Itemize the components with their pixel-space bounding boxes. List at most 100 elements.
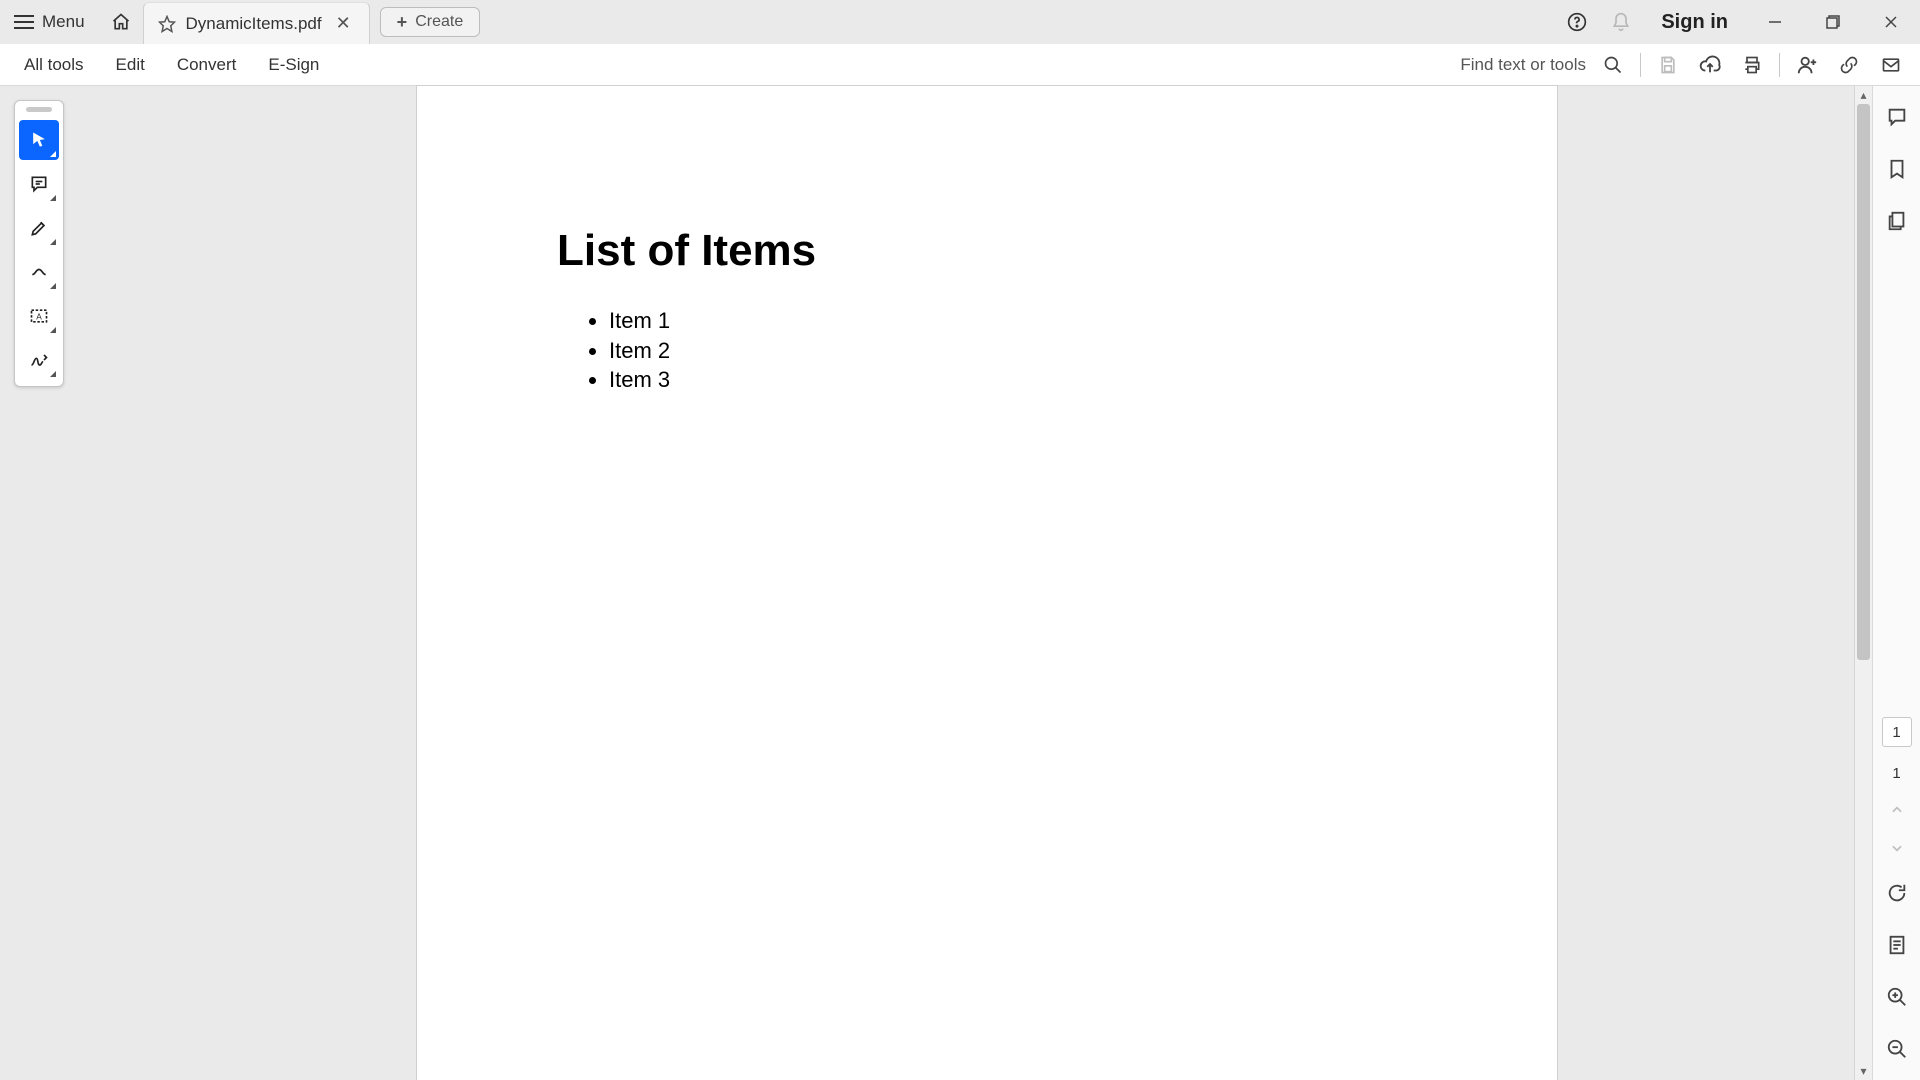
sign-tool[interactable] — [19, 340, 59, 380]
select-tool[interactable] — [19, 120, 59, 160]
pdf-page: List of Items Item 1 Item 2 Item 3 — [417, 86, 1557, 1080]
find-label: Find text or tools — [1460, 55, 1592, 75]
star-icon — [158, 15, 176, 33]
help-button[interactable] — [1555, 0, 1599, 44]
comments-panel-button[interactable] — [1880, 100, 1914, 134]
create-button[interactable]: + Create — [380, 7, 481, 37]
zoom-out-icon — [1886, 1038, 1908, 1060]
chevron-up-icon — [1890, 803, 1904, 817]
current-page: 1 — [1892, 724, 1900, 741]
comment-tool[interactable] — [19, 164, 59, 204]
draw-tool[interactable] — [19, 252, 59, 292]
zoom-out-button[interactable] — [1880, 1032, 1914, 1066]
save-icon — [1658, 55, 1678, 75]
page-layout-icon — [1886, 934, 1908, 956]
help-icon — [1567, 12, 1587, 32]
bookmarks-panel-button[interactable] — [1880, 152, 1914, 186]
toolbar-edit[interactable]: Edit — [100, 44, 161, 85]
home-button[interactable] — [99, 0, 143, 44]
scroll-down-button[interactable]: ▾ — [1855, 1062, 1872, 1080]
pages-panel-button[interactable] — [1880, 204, 1914, 238]
convert-label: Convert — [177, 55, 237, 75]
list-item: Item 1 — [609, 306, 1417, 336]
zoom-in-icon — [1886, 986, 1908, 1008]
window-close-button[interactable] — [1862, 0, 1920, 44]
sign-in-label: Sign in — [1661, 11, 1728, 34]
speech-bubble-icon — [1886, 106, 1908, 128]
list-item: Item 3 — [609, 365, 1417, 395]
bookmark-icon — [1886, 158, 1908, 180]
titlebar: Menu DynamicItems.pdf ✕ + Create Sign in — [0, 0, 1920, 44]
main-area: A List of Items Item 1 Item 2 Item 3 ▴ ▾ — [0, 86, 1920, 1080]
total-pages: 1 — [1892, 765, 1900, 782]
link-icon — [1839, 55, 1859, 75]
edit-label: Edit — [116, 55, 145, 75]
tool-palette: A — [14, 100, 64, 387]
palette-grip[interactable] — [26, 107, 52, 112]
chevron-down-icon — [1890, 841, 1904, 855]
zoom-in-button[interactable] — [1880, 980, 1914, 1014]
notifications-button[interactable] — [1599, 0, 1643, 44]
cloud-upload-icon — [1699, 54, 1721, 76]
person-plus-icon — [1796, 54, 1818, 76]
signature-icon — [29, 350, 49, 370]
upload-button[interactable] — [1689, 44, 1731, 86]
create-label: Create — [415, 13, 463, 31]
window-maximize-button[interactable] — [1804, 0, 1862, 44]
tab-close-button[interactable]: ✕ — [332, 11, 355, 36]
share-email-button[interactable] — [1870, 44, 1912, 86]
bell-icon — [1611, 12, 1631, 32]
tab-title: DynamicItems.pdf — [186, 14, 322, 34]
menu-label: Menu — [42, 12, 85, 32]
home-icon — [111, 12, 131, 32]
highlight-tool[interactable] — [19, 208, 59, 248]
document-viewport[interactable]: List of Items Item 1 Item 2 Item 3 — [0, 86, 1854, 1080]
share-link-button[interactable] — [1828, 44, 1870, 86]
close-icon — [1884, 15, 1898, 29]
share-people-button[interactable] — [1786, 44, 1828, 86]
toolbar-separator — [1779, 53, 1780, 77]
page-display-button[interactable] — [1880, 928, 1914, 962]
document-list: Item 1 Item 2 Item 3 — [557, 306, 1417, 395]
document-tab[interactable]: DynamicItems.pdf ✕ — [143, 2, 370, 44]
vertical-scrollbar[interactable]: ▴ ▾ — [1854, 86, 1872, 1080]
maximize-icon — [1826, 15, 1840, 29]
rotate-view-button[interactable] — [1880, 876, 1914, 910]
minimize-icon — [1768, 15, 1782, 29]
scroll-thumb[interactable] — [1857, 104, 1870, 660]
mail-icon — [1881, 55, 1901, 75]
print-icon — [1742, 55, 1762, 75]
page-number-input[interactable]: 1 — [1882, 717, 1912, 747]
print-button[interactable] — [1731, 44, 1773, 86]
all-tools-label: All tools — [24, 55, 84, 75]
toolbar-all-tools[interactable]: All tools — [8, 44, 100, 85]
scroll-track[interactable] — [1855, 104, 1872, 1062]
window-minimize-button[interactable] — [1746, 0, 1804, 44]
text-box-icon: A — [29, 306, 49, 326]
search-button[interactable] — [1592, 44, 1634, 86]
sign-in-button[interactable]: Sign in — [1643, 0, 1746, 44]
svg-text:A: A — [36, 311, 42, 321]
scroll-up-button[interactable]: ▴ — [1855, 86, 1872, 104]
toolbar-esign[interactable]: E-Sign — [252, 44, 335, 85]
menu-button[interactable]: Menu — [0, 0, 99, 44]
plus-icon: + — [397, 12, 408, 33]
document-heading: List of Items — [557, 226, 1417, 276]
pages-icon — [1886, 210, 1908, 232]
draw-icon — [29, 262, 49, 282]
save-button[interactable] — [1647, 44, 1689, 86]
list-item: Item 2 — [609, 336, 1417, 366]
right-rail: 1 1 — [1872, 86, 1920, 1080]
text-box-tool[interactable]: A — [19, 296, 59, 336]
cursor-icon — [29, 130, 49, 150]
search-icon — [1603, 55, 1623, 75]
hamburger-icon — [14, 15, 34, 29]
highlighter-icon — [29, 218, 49, 238]
prev-page-button[interactable] — [1873, 800, 1920, 820]
next-page-button[interactable] — [1873, 838, 1920, 858]
rotate-icon — [1886, 882, 1908, 904]
toolbar-convert[interactable]: Convert — [161, 44, 253, 85]
comment-icon — [29, 174, 49, 194]
toolbar: All tools Edit Convert E-Sign Find text … — [0, 44, 1920, 86]
esign-label: E-Sign — [268, 55, 319, 75]
